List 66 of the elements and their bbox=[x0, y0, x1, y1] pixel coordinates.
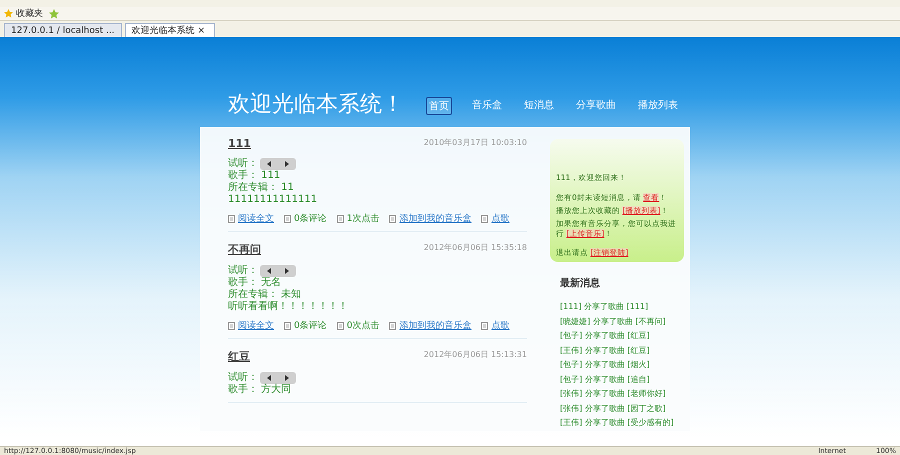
post-stat-link[interactable]: 0条评论 bbox=[284, 212, 327, 225]
post-link[interactable]: 点歌 bbox=[481, 319, 510, 332]
document-icon bbox=[481, 214, 488, 222]
post-link[interactable]: 阅读全文 bbox=[228, 319, 274, 332]
post-field: 所在专辑： 11 bbox=[228, 182, 527, 194]
news-item[interactable]: [王伟] 分享了歌曲 [红豆] bbox=[550, 344, 684, 358]
document-icon bbox=[336, 214, 344, 222]
post-field: 所在专辑： 未知 bbox=[228, 289, 527, 301]
post-date: 2010年03月17日 10:03:10 bbox=[424, 137, 527, 148]
post-stat-link[interactable]: 1次点击 bbox=[336, 212, 380, 225]
document-icon bbox=[284, 214, 291, 222]
site-title: 欢迎光临本系统！ bbox=[228, 91, 404, 119]
browser-tab[interactable]: 127.0.0.1 / localhost ... bbox=[4, 23, 122, 37]
close-icon[interactable]: × bbox=[198, 26, 206, 36]
play-icon bbox=[284, 268, 290, 274]
nav-link[interactable]: 分享歌曲 bbox=[574, 97, 618, 115]
post-title[interactable]: 不再问 bbox=[228, 242, 261, 257]
post-link[interactable]: 阅读全文 bbox=[228, 212, 274, 225]
previous-icon bbox=[266, 375, 272, 381]
document-icon bbox=[336, 322, 344, 330]
news-item[interactable]: [晓婕婕] 分享了歌曲 [不再问] bbox=[550, 314, 684, 329]
nav-link[interactable]: 首页 bbox=[426, 97, 452, 115]
document-icon bbox=[228, 214, 235, 222]
news-item[interactable]: [111] 分享了歌曲 [111] bbox=[550, 300, 684, 314]
post-date: 2012年06月06日 15:13:31 bbox=[424, 349, 527, 360]
news-item[interactable]: [张伟] 分享了歌曲 [老师你好] bbox=[550, 387, 684, 402]
news-item[interactable]: [张伟] 分享了歌曲 [园丁之歌] bbox=[550, 402, 684, 416]
field-label: 试听： bbox=[228, 265, 258, 276]
document-icon bbox=[389, 322, 396, 330]
document-icon bbox=[284, 322, 291, 330]
browser-tab[interactable]: 欢迎光临本系统 × bbox=[124, 23, 215, 37]
post-title[interactable]: 111 bbox=[228, 137, 251, 150]
post-field: 听听看看啊！！！！！！！ bbox=[228, 301, 527, 313]
previous-icon bbox=[266, 161, 272, 167]
audio-player[interactable] bbox=[260, 372, 296, 384]
news-item[interactable]: [包子] 分享了歌曲 [烟火] bbox=[550, 358, 684, 372]
document-icon bbox=[228, 322, 235, 330]
news-item[interactable]: [王伟] 分享了歌曲 [受少感有的] bbox=[550, 416, 684, 430]
post-stat-link[interactable]: 0条评论 bbox=[284, 319, 327, 332]
play-icon bbox=[284, 375, 290, 381]
post-field: 歌手： 无名 bbox=[228, 277, 527, 289]
favorites-button[interactable]: 收藏夹 bbox=[4, 7, 43, 20]
post-field: 歌手： 111 bbox=[228, 170, 527, 182]
audio-player[interactable] bbox=[260, 265, 296, 277]
post-title[interactable]: 红豆 bbox=[228, 349, 250, 364]
post-date: 2012年06月06日 15:35:18 bbox=[424, 242, 527, 253]
nav-link[interactable]: 短消息 bbox=[522, 97, 556, 115]
news-item[interactable]: [包子] 分享了歌曲 [红豆] bbox=[550, 329, 684, 344]
field-label: 试听： bbox=[228, 372, 258, 384]
post-field: 11111111111111 bbox=[228, 194, 527, 206]
post-field: 歌手： 方大同 bbox=[228, 384, 527, 396]
document-icon bbox=[481, 322, 488, 330]
audio-player[interactable] bbox=[260, 158, 296, 170]
nav-link[interactable]: 音乐盒 bbox=[470, 97, 504, 115]
post-link[interactable]: 点歌 bbox=[481, 212, 510, 225]
previous-icon bbox=[266, 268, 272, 274]
nav-link[interactable]: 播放列表 bbox=[636, 97, 680, 115]
post-stat-link[interactable]: 0次点击 bbox=[336, 319, 380, 332]
play-icon bbox=[284, 161, 290, 167]
star-icon bbox=[4, 9, 13, 18]
news-heading: 最新消息 bbox=[560, 276, 601, 290]
field-label: 试听： bbox=[228, 158, 258, 170]
document-icon bbox=[389, 214, 396, 222]
post-link[interactable]: 添加到我的音乐盒 bbox=[389, 212, 472, 225]
post-link[interactable]: 添加到我的音乐盒 bbox=[389, 319, 472, 332]
news-item[interactable]: [包子] 分享了歌曲 [追自] bbox=[550, 372, 684, 387]
